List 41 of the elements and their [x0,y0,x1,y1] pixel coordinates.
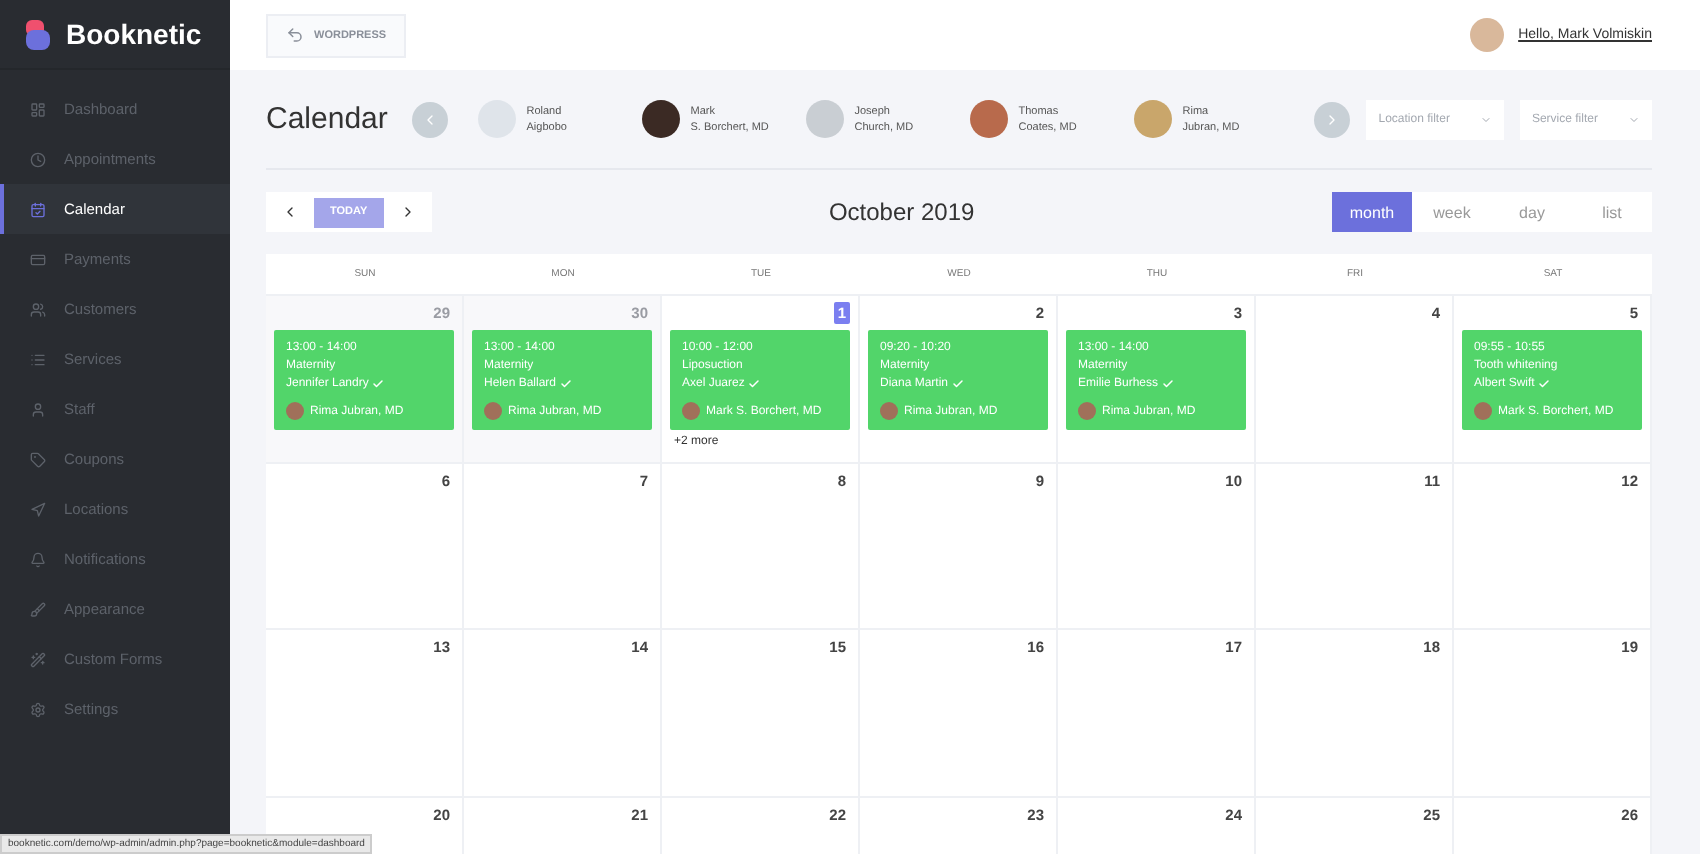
staff-avatar [970,100,1009,138]
brush-icon [30,601,46,617]
dropdown-caret-icon [1628,113,1640,125]
check-icon [1162,378,1175,390]
view-tab[interactable]: month [1332,192,1412,232]
card-icon [30,251,46,267]
back-icon [286,26,304,44]
users-icon [30,301,46,317]
previous-staff-button[interactable] [412,101,449,137]
staff-avatar [642,100,681,138]
staff-avatar [286,402,304,420]
bell-icon [30,551,46,567]
dropdown-caret-icon [1479,113,1492,125]
staff-avatar [1474,402,1492,420]
staff-avatar [1134,100,1173,138]
page-title: Calendar [266,102,390,136]
settings-icon [30,701,46,717]
check-icon [1538,378,1551,390]
logo-icon [26,19,50,49]
next-staff-button[interactable] [1314,101,1351,137]
check-icon [748,378,761,390]
navigation-icon [30,501,46,517]
staff-avatar [484,402,502,420]
brand-name: Booknetic [66,18,202,50]
chevron-left-icon [282,204,298,220]
check-icon [560,378,573,390]
user-avatar [1470,18,1505,52]
check-icon [952,378,965,390]
check-icon [372,378,385,390]
user-icon [30,401,46,417]
wand-icon [30,651,46,667]
calendar-icon [30,201,46,217]
tag-icon [30,451,46,467]
dashboard-icon [30,101,46,117]
list-icon [30,351,46,367]
staff-avatar [806,100,845,138]
clock-icon [30,151,46,167]
staff-avatar [682,402,700,420]
month-title: October 2019 [826,198,977,226]
staff-avatar [1078,402,1096,420]
staff-avatar [880,402,898,420]
